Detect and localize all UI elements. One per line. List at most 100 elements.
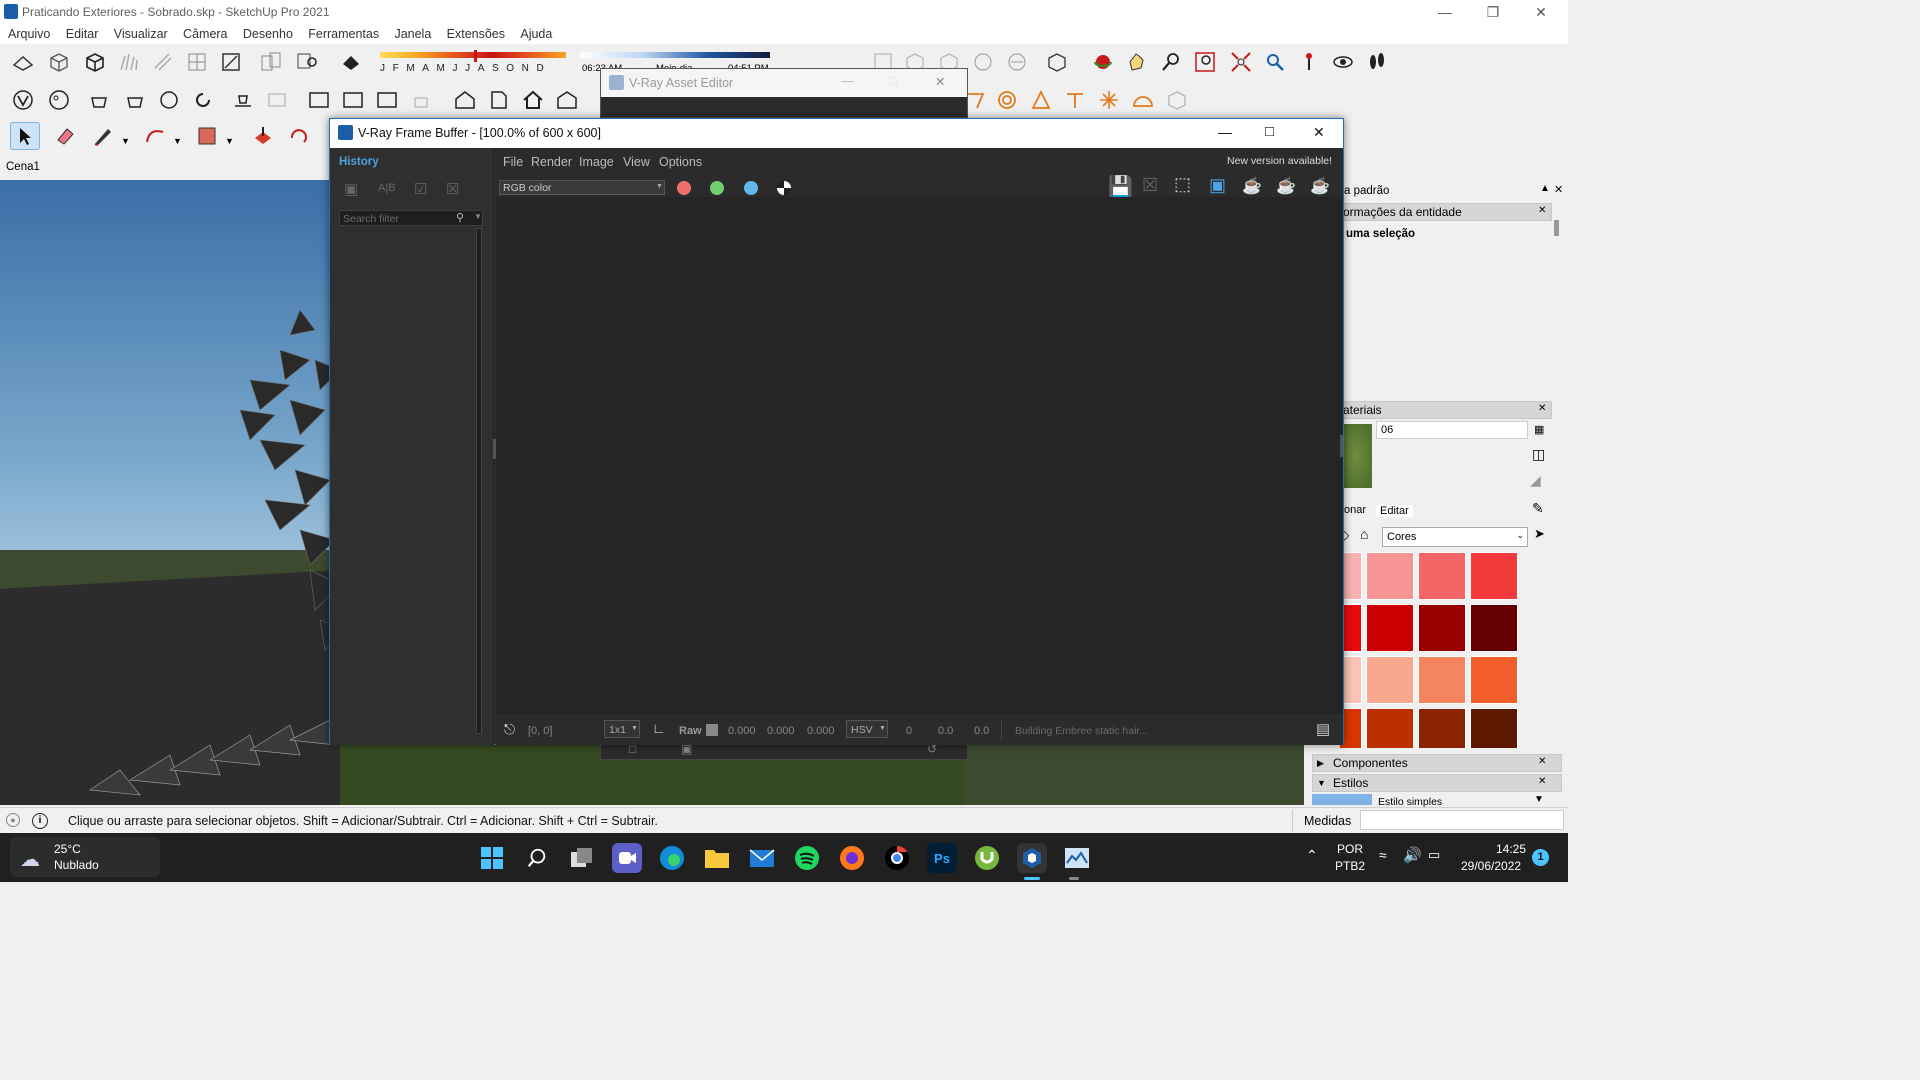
view-icon[interactable]: [292, 48, 322, 76]
tool-orange-3-icon[interactable]: [1026, 86, 1056, 114]
tab-select[interactable]: onar: [1344, 504, 1366, 516]
fb-close-button[interactable]: ✕: [1313, 124, 1325, 141]
asset-maximize-button[interactable]: □: [889, 74, 897, 88]
menu-janela[interactable]: Janela: [394, 24, 431, 41]
camera-window-icon[interactable]: [338, 86, 368, 114]
image-icon[interactable]: [372, 86, 402, 114]
color-swatch[interactable]: [1418, 656, 1466, 704]
minimize-button[interactable]: —: [1422, 0, 1468, 24]
region-render-icon[interactable]: ⬚: [1174, 174, 1191, 195]
search-icon[interactable]: ⚲: [456, 211, 464, 224]
push-pull-icon[interactable]: [248, 122, 278, 150]
edge-icon[interactable]: [657, 843, 687, 873]
history-search-input[interactable]: Search filter ⚲ ▼: [339, 210, 483, 226]
shaded-icon[interactable]: [1002, 48, 1032, 76]
rectangle-dropdown-icon[interactable]: ▼: [225, 136, 234, 146]
entity-info-header[interactable]: ormações da entidade: [1340, 203, 1552, 221]
fb-maximize-button[interactable]: □: [1265, 123, 1274, 140]
grid-icon[interactable]: [182, 48, 212, 76]
tab-edit[interactable]: Editar: [1376, 505, 1413, 517]
walk-icon[interactable]: [1362, 48, 1392, 76]
xray-icon[interactable]: [968, 48, 998, 76]
keyboard-layout[interactable]: PTB2: [1335, 859, 1365, 873]
color-swatch[interactable]: [1470, 708, 1518, 748]
color-swatch[interactable]: [1418, 708, 1466, 748]
materials-close-icon[interactable]: ✕: [1538, 403, 1546, 414]
menu-desenho[interactable]: Desenho: [243, 24, 293, 41]
history-save-icon[interactable]: ▣: [344, 180, 358, 198]
track-mouse-icon[interactable]: ▣: [1209, 175, 1226, 196]
vfb-taskbar-icon[interactable]: [1062, 843, 1092, 873]
task-view-icon[interactable]: [567, 843, 597, 873]
search-dropdown-icon[interactable]: ▼: [474, 212, 482, 221]
start-button[interactable]: [477, 843, 507, 873]
pencil-dropdown-icon[interactable]: ▼: [121, 136, 130, 146]
geo-location-icon[interactable]: ●: [6, 813, 20, 827]
color-swatch[interactable]: [1418, 552, 1466, 600]
house-3d-icon[interactable]: [450, 86, 480, 114]
shadow-date-slider[interactable]: JFMAMJJASOND: [376, 50, 566, 76]
color-swatch[interactable]: [1470, 552, 1518, 600]
measurements-input[interactable]: [1360, 810, 1564, 830]
home-icon[interactable]: [518, 86, 548, 114]
mail-icon[interactable]: [747, 843, 777, 873]
history-load-icon[interactable]: ☑: [414, 180, 427, 198]
notification-badge[interactable]: 1: [1532, 849, 1549, 866]
refresh-icon[interactable]: [188, 86, 218, 114]
menu-camera[interactable]: Câmera: [183, 24, 227, 41]
show-hidden-icons-icon[interactable]: ⌃: [1306, 847, 1318, 864]
asset-minimize-button[interactable]: —: [841, 74, 854, 88]
save-image-icon[interactable]: 💾: [1108, 174, 1133, 199]
arc-dropdown-icon[interactable]: ▼: [173, 136, 182, 146]
update-style-icon[interactable]: ▼: [1534, 794, 1544, 805]
scene-tab-cena1[interactable]: Cena1: [6, 161, 40, 173]
components-close-icon[interactable]: ✕: [1538, 756, 1546, 767]
pencil-icon[interactable]: [88, 122, 118, 150]
materials-header[interactable]: ateriais: [1340, 401, 1552, 419]
tray-scrollbar[interactable]: [1554, 220, 1559, 236]
zoom-extents-icon[interactable]: [1226, 48, 1256, 76]
chrome-icon[interactable]: [882, 843, 912, 873]
fb-menu-image[interactable]: Image: [579, 155, 614, 169]
look-around-icon[interactable]: [1328, 48, 1358, 76]
color-mode-select[interactable]: HSV ▼: [846, 720, 888, 738]
vray-render-icon[interactable]: [8, 86, 38, 114]
blue-channel-icon[interactable]: [744, 181, 758, 195]
edit-icon[interactable]: [216, 48, 246, 76]
teapot-icon[interactable]: [84, 86, 114, 114]
volume-icon[interactable]: 🔊: [1403, 846, 1422, 864]
color-swatch[interactable]: [1366, 604, 1414, 652]
components-header[interactable]: ▶ Componentes: [1312, 754, 1562, 772]
history-compare-icon[interactable]: A|B: [378, 182, 396, 194]
rotate-icon[interactable]: [284, 122, 314, 150]
search-taskbar-icon[interactable]: [522, 843, 552, 873]
book-icon[interactable]: [484, 86, 514, 114]
right-splitter[interactable]: [1340, 435, 1343, 457]
tray-close-icon[interactable]: ✕: [1554, 183, 1563, 196]
file-explorer-icon[interactable]: [702, 843, 732, 873]
create-material-icon[interactable]: ▦: [1534, 423, 1544, 436]
wifi-icon[interactable]: ≈: [1379, 847, 1387, 863]
sample-icon[interactable]: ◢: [1530, 472, 1541, 489]
pan-hand-icon[interactable]: [1122, 48, 1152, 76]
lock-icon[interactable]: [406, 86, 436, 114]
input-language[interactable]: POR: [1337, 842, 1363, 856]
menu-ajuda[interactable]: Ajuda: [520, 24, 552, 41]
close-button[interactable]: ✕: [1518, 0, 1564, 24]
menu-arquivo[interactable]: Arquivo: [8, 24, 50, 41]
color-picker-icon[interactable]: ∟: [652, 720, 666, 736]
eraser-shadow-icon[interactable]: [336, 48, 366, 76]
utorrent-icon[interactable]: [972, 843, 1002, 873]
frame-buffer-icon[interactable]: [228, 86, 258, 114]
previous-view-icon[interactable]: [1260, 48, 1290, 76]
color-swatch[interactable]: [1366, 656, 1414, 704]
menu-visualizar[interactable]: Visualizar: [114, 24, 168, 41]
material-name-field[interactable]: 06: [1376, 421, 1528, 439]
home-library-icon[interactable]: ⌂: [1360, 526, 1368, 542]
styles-close-icon[interactable]: ✕: [1538, 776, 1546, 787]
weather-widget[interactable]: ☁ 25°C Nublado: [10, 837, 160, 877]
frame-buffer-alt-icon[interactable]: [262, 86, 292, 114]
color-swatch[interactable]: [1418, 604, 1466, 652]
channel-select[interactable]: RGB color ▼: [499, 180, 665, 195]
firefox-icon[interactable]: [837, 843, 867, 873]
